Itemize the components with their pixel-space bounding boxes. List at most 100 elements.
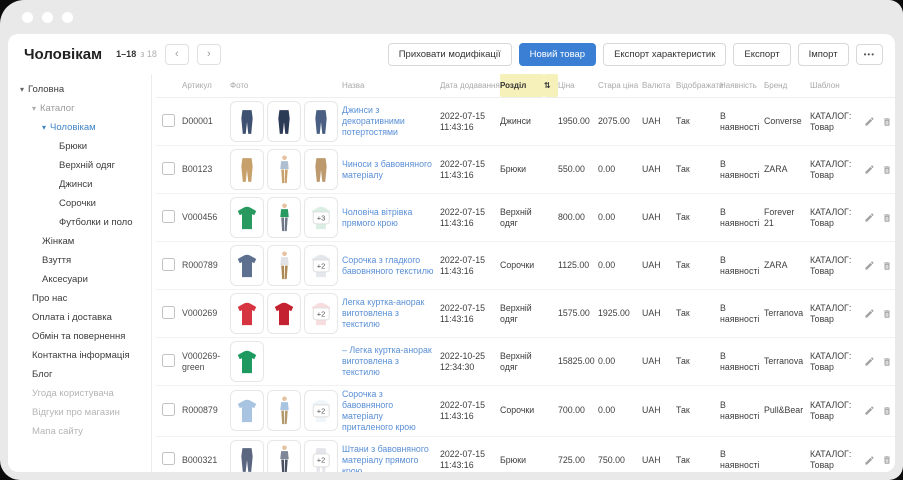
row-checkbox[interactable] <box>162 113 175 127</box>
product-photo-thumbnail[interactable] <box>230 390 264 432</box>
edit-icon[interactable] <box>864 116 875 128</box>
product-name-link[interactable]: Сорочка з гладкого бавовняного текстилю <box>342 252 440 280</box>
product-photo-thumbnail[interactable] <box>304 149 338 190</box>
close-window-dot[interactable] <box>22 11 33 23</box>
prev-page-button[interactable]: ‹ <box>164 43 189 65</box>
product-name-link[interactable]: Штани з бавовняного матеріалу прямого кр… <box>342 441 440 472</box>
column-header-sku[interactable]: Артикул <box>182 81 230 90</box>
column-header-name[interactable]: Назва <box>342 81 440 90</box>
next-page-button[interactable]: › <box>196 43 221 65</box>
delete-icon[interactable] <box>882 260 892 272</box>
row-checkbox[interactable] <box>162 305 175 319</box>
row-checkbox[interactable] <box>162 353 175 367</box>
zoom-window-dot[interactable] <box>62 11 73 23</box>
sidebar-item-Жінкам[interactable]: Жінкам <box>8 232 151 251</box>
column-header-template[interactable]: Шаблон <box>810 81 858 90</box>
edit-icon[interactable] <box>864 454 875 466</box>
product-photo-thumbnail[interactable]: +2 <box>304 293 338 334</box>
sidebar-item-Джинси[interactable]: Джинси <box>8 175 151 194</box>
product-name-link[interactable]: Чиноси з бавовняного матеріалу <box>342 156 440 184</box>
column-header-price[interactable]: Ціна <box>558 81 598 90</box>
product-photo-thumbnail[interactable]: +2 <box>304 390 338 432</box>
column-header-old_price[interactable]: Стара ціна <box>598 81 642 90</box>
product-photo-thumbnail[interactable] <box>267 149 301 190</box>
product-photo-thumbnail[interactable] <box>230 341 264 382</box>
sidebar-item-Футболки и поло[interactable]: Футболки и поло <box>8 213 151 232</box>
product-photo-thumbnail[interactable]: +3 <box>304 197 338 238</box>
minimize-window-dot[interactable] <box>42 11 53 23</box>
sidebar-item-Аксесуари[interactable]: Аксесуари <box>8 270 151 289</box>
sidebar-item-Взуття[interactable]: Взуття <box>8 251 151 270</box>
delete-icon[interactable] <box>882 405 892 417</box>
sidebar-item-Сорочки[interactable]: Сорочки <box>8 194 151 213</box>
product-photo-thumbnail[interactable]: +2 <box>304 439 338 472</box>
edit-icon[interactable] <box>864 405 875 417</box>
more-actions-button[interactable]: ••• <box>855 43 883 65</box>
edit-icon[interactable] <box>864 356 875 368</box>
product-photo-thumbnail[interactable] <box>267 390 301 432</box>
edit-icon[interactable] <box>864 260 875 272</box>
sidebar-item-Каталог[interactable]: ▾ Каталог <box>8 99 151 118</box>
column-header-currency[interactable]: Валюта <box>642 81 676 90</box>
product-photo-thumbnail[interactable] <box>230 149 264 190</box>
product-name-link[interactable]: Сорочка з бавовняного матеріалу притален… <box>342 386 440 436</box>
product-photo-thumbnail[interactable] <box>230 197 264 238</box>
edit-icon[interactable] <box>864 164 875 176</box>
product-photo-thumbnail[interactable] <box>230 439 264 472</box>
column-header-sort[interactable]: ⇅ <box>544 74 558 97</box>
sidebar-item-Контактна інформація[interactable]: Контактна інформація <box>8 346 151 365</box>
product-name-link[interactable]: Легка куртка-анорак виготовлена з тексти… <box>342 294 440 333</box>
export-button[interactable]: Експорт <box>733 42 791 66</box>
product-photo-thumbnail[interactable] <box>230 101 264 142</box>
row-checkbox[interactable] <box>162 161 175 175</box>
delete-icon[interactable] <box>882 356 892 368</box>
column-header-date[interactable]: Дата додавання <box>440 81 500 90</box>
row-checkbox[interactable] <box>162 402 175 416</box>
edit-icon[interactable] <box>864 212 875 224</box>
delete-icon[interactable] <box>882 308 892 320</box>
sidebar-item-Про нас[interactable]: Про нас <box>8 289 151 308</box>
row-checkbox[interactable] <box>162 257 175 271</box>
delete-icon[interactable] <box>882 164 892 176</box>
product-photo-thumbnail[interactable] <box>267 245 301 286</box>
product-photo-thumbnail[interactable] <box>267 101 301 142</box>
sidebar-item-Мапа сайту[interactable]: Мапа сайту <box>8 422 151 441</box>
row-checkbox[interactable] <box>162 209 175 223</box>
column-header-display[interactable]: Відображати <box>676 81 723 90</box>
product-photo-thumbnail[interactable] <box>267 439 301 472</box>
sidebar-item-Блог[interactable]: Блог <box>8 365 151 384</box>
column-header-photos[interactable]: Фото <box>230 81 342 90</box>
sidebar-item-Угода користувача[interactable]: Угода користувача <box>8 384 151 403</box>
sidebar-item-Верхній одяг[interactable]: Верхній одяг <box>8 156 151 175</box>
column-header-section[interactable]: Розділ <box>500 74 544 97</box>
hide-modifications-button[interactable]: Приховати модифікації <box>387 42 512 66</box>
product-photo-thumbnail[interactable] <box>267 293 301 334</box>
column-header-stock[interactable]: Наявність <box>720 81 764 90</box>
import-button[interactable]: Імпорт <box>797 42 849 66</box>
delete-icon[interactable] <box>882 116 892 128</box>
sidebar-item-Головна[interactable]: ▾ Головна <box>8 80 151 99</box>
edit-icon[interactable] <box>864 308 875 320</box>
product-photo-thumbnail[interactable] <box>304 101 338 142</box>
sidebar-item-Оплата і доставка[interactable]: Оплата і доставка <box>8 308 151 327</box>
product-name-link[interactable]: Джинси з декоративними потертостями <box>342 102 440 141</box>
product-display-flag: Так <box>676 308 690 318</box>
sidebar-item-Брюки[interactable]: Брюки <box>8 137 151 156</box>
delete-icon[interactable] <box>882 212 892 224</box>
sidebar-item-Чоловікам[interactable]: ▾ Чоловікам <box>8 118 151 137</box>
new-product-button[interactable]: Новий товар <box>518 42 597 66</box>
product-name-link[interactable]: – Легка куртка-анорак виготовлена з текс… <box>342 342 440 381</box>
product-name-link[interactable]: Чоловіча вітрівка прямого крою <box>342 204 440 232</box>
row-checkbox[interactable] <box>162 452 175 466</box>
product-photo-thumbnail[interactable] <box>230 245 264 286</box>
sidebar-item-Обмін та повернення[interactable]: Обмін та повернення <box>8 327 151 346</box>
export-characteristics-button[interactable]: Експорт характеристик <box>603 42 727 66</box>
sidebar-item-label: Футболки и поло <box>59 217 133 228</box>
product-photo-thumbnail[interactable]: +2 <box>304 245 338 286</box>
product-photo-thumbnail[interactable] <box>267 197 301 238</box>
column-header-brand[interactable]: Бренд <box>764 81 810 90</box>
sidebar-item-Відгуки про магазин[interactable]: Відгуки про магазин <box>8 403 151 422</box>
delete-icon[interactable] <box>882 454 892 466</box>
checkbox-cell <box>156 255 182 277</box>
product-photo-thumbnail[interactable] <box>230 293 264 334</box>
